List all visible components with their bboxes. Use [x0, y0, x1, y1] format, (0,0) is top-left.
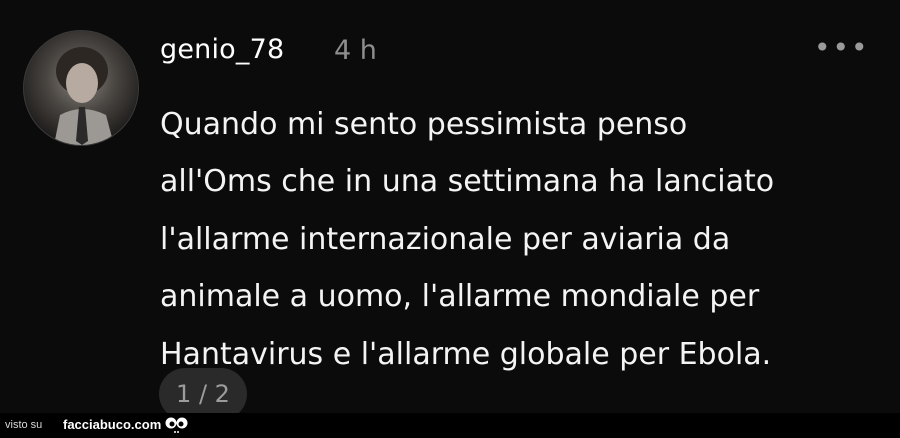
- post-text: Quando mi sento pessimista penso all'Oms…: [160, 96, 880, 383]
- post-line: all'Oms che in una settimana ha lanciato: [160, 164, 775, 200]
- watermark-prefix: visto su: [5, 419, 43, 431]
- username[interactable]: genio_78: [160, 34, 284, 65]
- post-line: animale a uomo, l'allarme mondiale per: [160, 279, 760, 315]
- post-timestamp: 4 h: [334, 35, 377, 66]
- post-line: l'allarme internazionale per aviaria da: [160, 221, 731, 257]
- more-options-icon[interactable]: •••: [814, 34, 870, 62]
- watermark-site: facciabuco.com: [63, 417, 162, 432]
- eyes-logo-icon: [165, 417, 188, 433]
- avatar[interactable]: [23, 30, 139, 146]
- post-line: Hantavirus e l'allarme globale per Ebola…: [160, 336, 772, 372]
- post-line: Quando mi sento pessimista penso: [160, 107, 688, 142]
- avatar-portrait: [54, 47, 114, 145]
